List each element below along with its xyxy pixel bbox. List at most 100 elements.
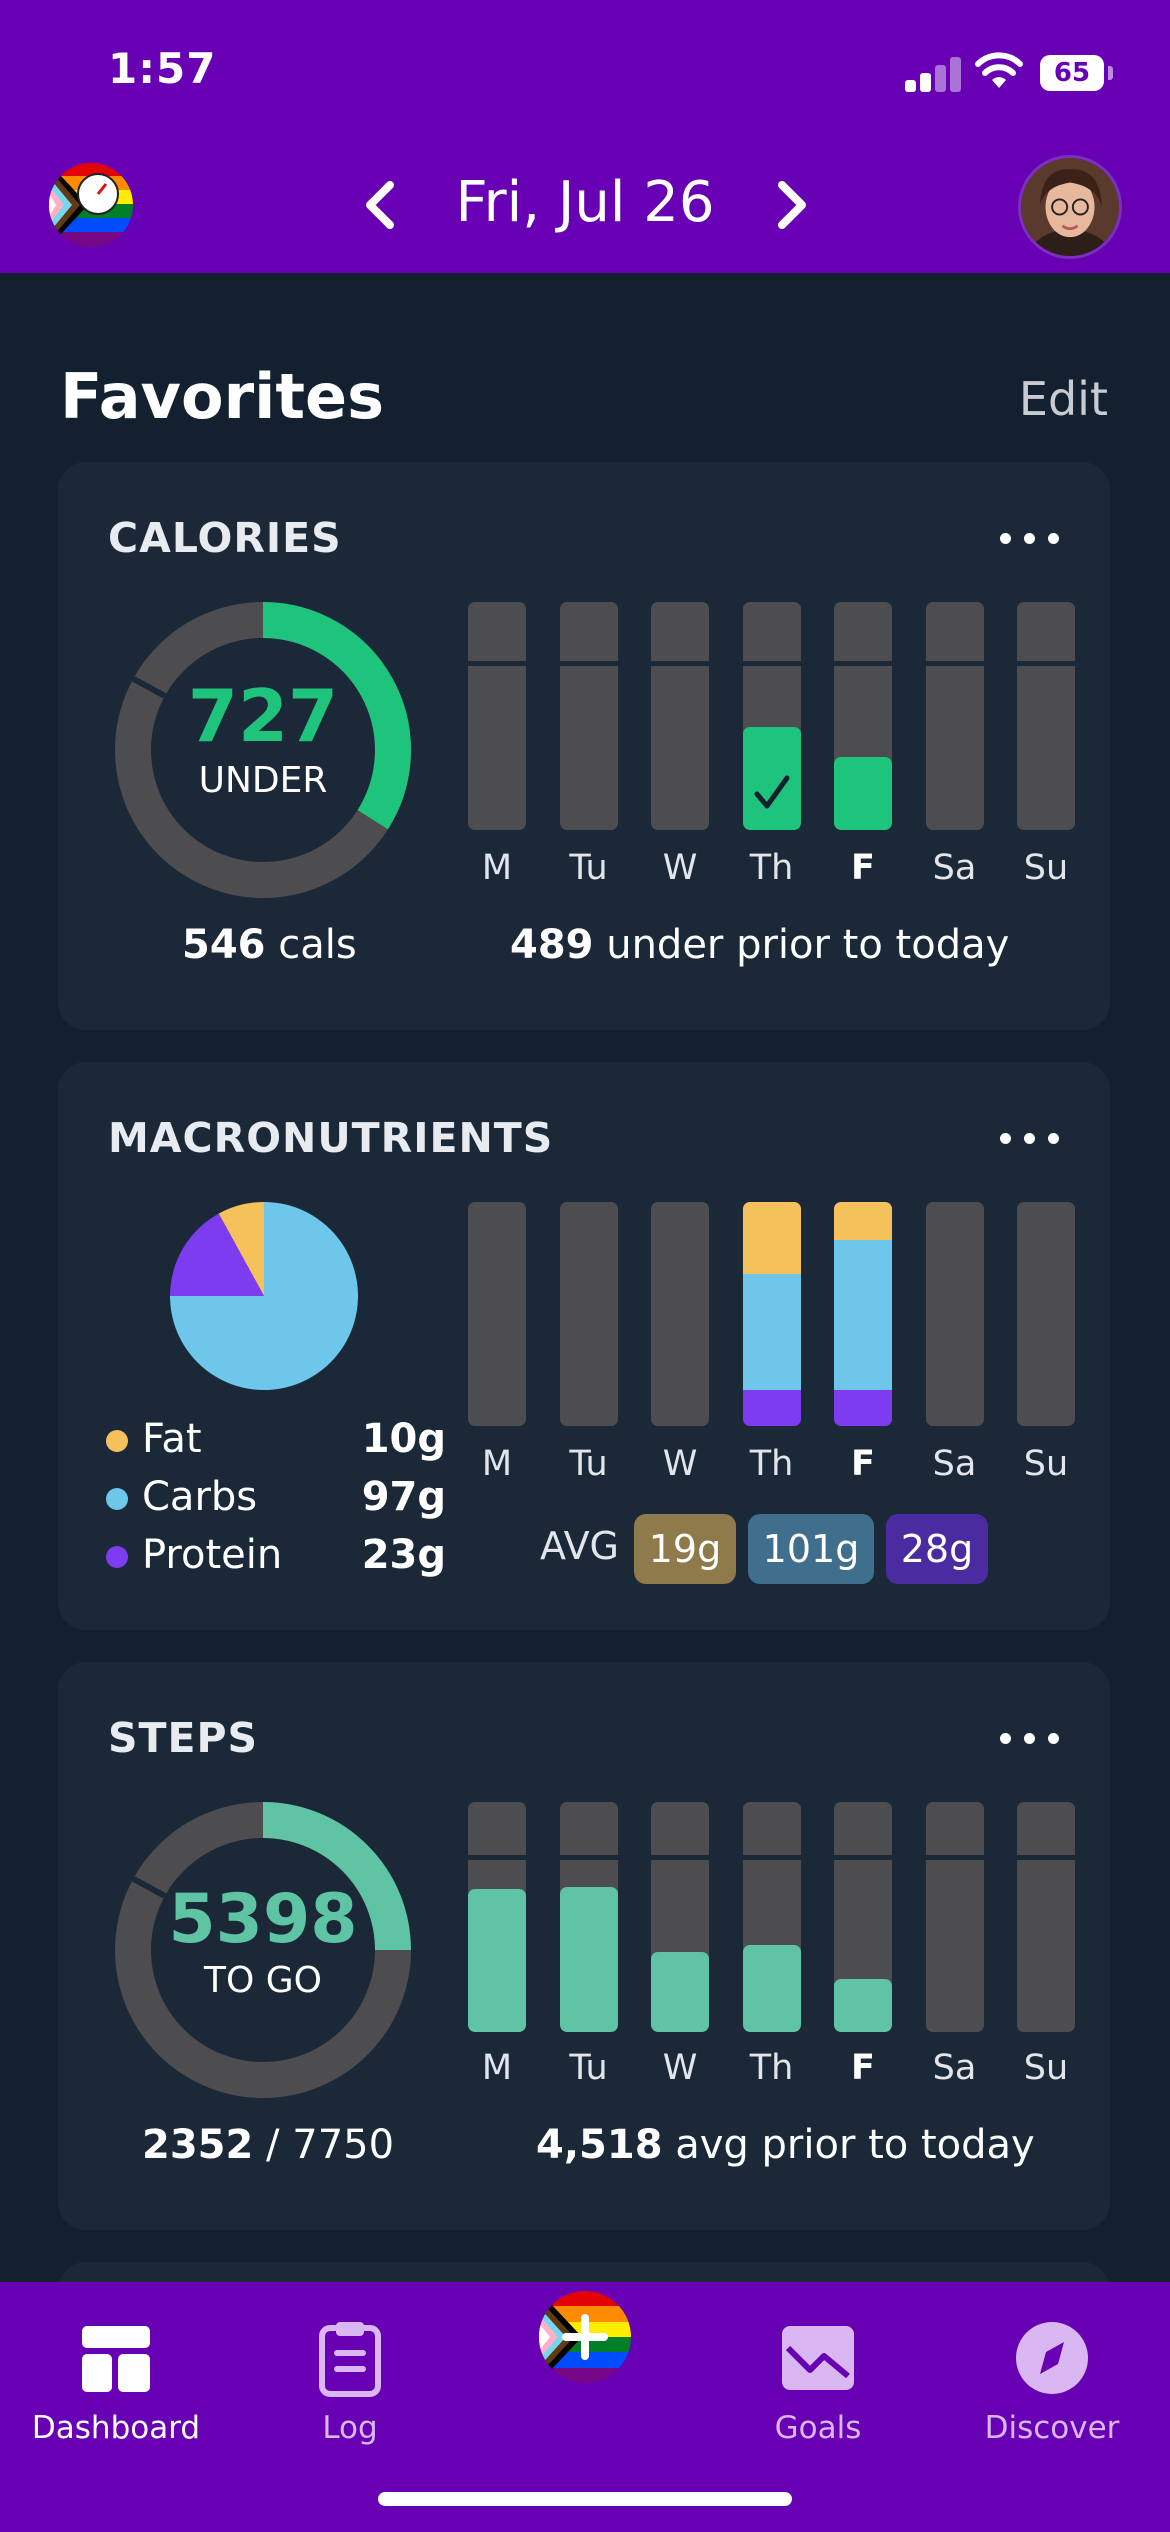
calories-consumed-unit: cals [278, 922, 357, 968]
steps-prior-summary: 4,518 avg prior to today [536, 2122, 1035, 2168]
day-label: Th [749, 1444, 794, 1484]
day-bar[interactable] [925, 602, 984, 830]
day-bar[interactable] [559, 602, 618, 830]
profile-avatar[interactable] [1018, 155, 1122, 259]
dashboard-icon [82, 2326, 150, 2392]
steps-remaining-label: TO GO [203, 1960, 322, 2001]
goal-line [559, 1854, 618, 1860]
day-bar[interactable] [1017, 602, 1075, 830]
tab-label: Discover [984, 2410, 1120, 2446]
day-bar[interactable] [834, 602, 892, 830]
more-options-icon[interactable] [1000, 1130, 1060, 1146]
bar-fill [742, 727, 801, 830]
legend-dot [106, 1488, 128, 1510]
battery-tip [1108, 66, 1113, 80]
legend-dot [106, 1546, 128, 1568]
legend-value: 23g [361, 1532, 446, 1578]
goal-check-icon [754, 775, 789, 809]
day-bar[interactable] [651, 602, 709, 830]
goal-line [834, 1854, 892, 1860]
day-bar[interactable] [1017, 1802, 1075, 2032]
day-label: M [481, 2048, 513, 2088]
calories-weekly-bars [468, 602, 1075, 830]
goal-line [468, 661, 526, 667]
day-label: F [851, 1444, 875, 1484]
day-bar[interactable] [468, 602, 526, 830]
legend-row-protein: Protein 23g [106, 1530, 446, 1582]
legend-value: 10g [361, 1416, 446, 1462]
day-label: Th [749, 2048, 794, 2088]
bar-segment-carbs [742, 1273, 801, 1391]
current-date[interactable]: Fri, Jul 26 [430, 170, 740, 235]
day-bar[interactable] [925, 1202, 984, 1426]
calories-card[interactable]: CALORIES 727 UNDER M Tu W Th F Sa Su 546 cals … [58, 462, 1110, 1030]
calories-consumed-value: 546 [182, 922, 266, 968]
legend-dot [106, 1430, 128, 1452]
day-bar[interactable] [742, 1202, 801, 1426]
goals-icon [782, 2326, 854, 2390]
day-bar[interactable] [834, 1202, 892, 1426]
steps-remaining-value: 5398 [168, 1880, 358, 1959]
cellular-signal-icon [905, 56, 963, 92]
calories-remaining-value: 727 [187, 674, 339, 758]
day-bar[interactable] [651, 1802, 709, 2032]
day-bar[interactable] [1017, 1202, 1075, 1426]
goal-line [834, 661, 892, 667]
day-label: Su [1023, 848, 1069, 888]
calories-prior-value: 489 [510, 922, 594, 968]
bar-fill [651, 1951, 709, 2032]
day-bar[interactable] [559, 1802, 618, 2032]
macro-average-label: AVG [540, 1524, 620, 1568]
steps-goal-value: / 7750 [266, 2122, 395, 2168]
day-bar[interactable] [834, 1802, 892, 2032]
edit-favorites-button[interactable]: Edit [1019, 372, 1108, 426]
bar-segment-protein [834, 1390, 892, 1426]
day-label: Sa [932, 1444, 977, 1484]
day-bar[interactable] [925, 1802, 984, 2032]
status-time: 1:57 [108, 44, 217, 93]
day-bar[interactable] [468, 1202, 526, 1426]
macronutrients-card[interactable]: MACRONUTRIENTS Fat 10g Carbs 97g Protein 23g … [58, 1062, 1110, 1630]
goal-line [1017, 1854, 1075, 1860]
day-label: Sa [932, 848, 977, 888]
day-bar[interactable] [468, 1802, 526, 2032]
macro-average-chip: 101g [748, 1514, 874, 1584]
bar-segment-carbs [834, 1240, 892, 1391]
day-bar[interactable] [742, 602, 801, 830]
calories-remaining-label: UNDER [198, 760, 328, 801]
day-label: Tu [569, 2048, 608, 2088]
steps-card[interactable]: STEPS 5398 TO GO M Tu W Th F Sa Su 2352 / 7750… [58, 1662, 1110, 2230]
add-entry-button[interactable] [538, 2290, 632, 2384]
compass-icon [1016, 2322, 1088, 2394]
day-label: W [662, 848, 698, 888]
bar-fill [742, 1944, 801, 2032]
calories-prior-text: under prior to today [606, 922, 1010, 968]
day-bar[interactable] [559, 1202, 618, 1426]
day-label: Tu [569, 848, 608, 888]
day-label: Su [1023, 1444, 1069, 1484]
tab-log[interactable]: Log [250, 2300, 450, 2460]
day-label: Sa [932, 2048, 977, 2088]
previous-day-chevron-icon[interactable] [352, 175, 412, 235]
favorites-title: Favorites [60, 360, 384, 433]
next-day-chevron-icon[interactable] [760, 175, 820, 235]
goal-line [559, 661, 618, 667]
goal-line [742, 661, 801, 667]
app-logo-icon[interactable] [48, 162, 134, 248]
steps-prior-text: avg prior to today [675, 2122, 1035, 2168]
clipboard-icon [319, 2322, 381, 2397]
goal-line [925, 661, 984, 667]
tab-dashboard[interactable]: Dashboard [16, 2300, 216, 2460]
tab-label: Log [322, 2410, 378, 2446]
day-label: M [481, 1444, 513, 1484]
tab-discover[interactable]: Discover [952, 2300, 1152, 2460]
wifi-icon [975, 52, 1023, 88]
more-options-icon[interactable] [1000, 530, 1060, 546]
day-bar[interactable] [742, 1802, 801, 2032]
day-bar[interactable] [651, 1202, 709, 1426]
tab-goals[interactable]: Goals [718, 2300, 918, 2460]
more-options-icon[interactable] [1000, 1730, 1060, 1746]
bar-segment-fat [742, 1202, 801, 1274]
bar-fill [834, 1979, 892, 2032]
calories-prior-summary: 489 under prior to today [510, 922, 1009, 968]
